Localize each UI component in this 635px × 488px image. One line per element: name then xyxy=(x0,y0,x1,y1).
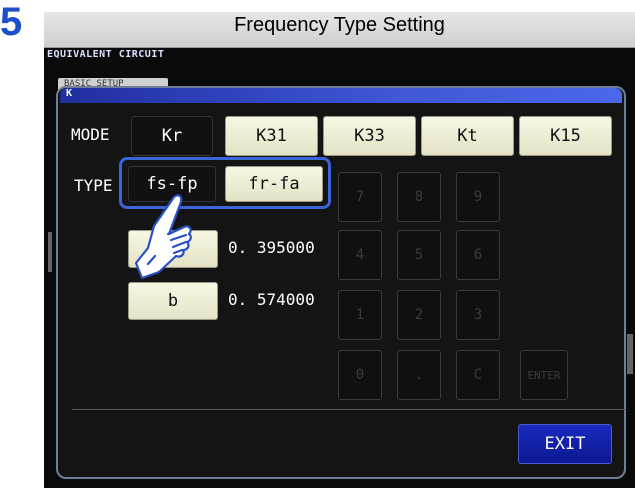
keypad-key-2: 2 xyxy=(397,290,441,340)
keypad-key-5: 5 xyxy=(397,230,441,280)
keypad-key-6: 6 xyxy=(456,230,500,280)
keypad-key-3: 3 xyxy=(456,290,500,340)
mode-k15-button[interactable]: K15 xyxy=(519,116,612,156)
dialog-divider xyxy=(72,409,626,410)
keypad-key-7: 7 xyxy=(338,172,382,222)
instruction-title: Frequency Type Setting xyxy=(234,14,445,36)
screen-mode-label: EQUIVALENT CIRCUIT xyxy=(47,49,165,60)
mode-kr-button[interactable]: Kr xyxy=(131,116,213,156)
keypad-key-8: 8 xyxy=(397,172,441,222)
keypad-key-4: 4 xyxy=(338,230,382,280)
mode-kt-button[interactable]: Kt xyxy=(421,116,514,156)
keypad-key-enter: ENTER xyxy=(520,350,568,400)
dialog-title: K xyxy=(66,88,73,99)
mode-k31-button[interactable]: K31 xyxy=(225,116,318,156)
dialog-titlebar xyxy=(60,88,622,103)
type-label: TYPE xyxy=(74,176,113,195)
param-b-value: 0. 574000 xyxy=(228,290,315,309)
background-marker-left-2 xyxy=(48,232,52,272)
param-a-value: 0. 395000 xyxy=(228,238,315,257)
keypad-key-9: 9 xyxy=(456,172,500,222)
mode-k33-button[interactable]: K33 xyxy=(323,116,416,156)
keypad-key-dot: . xyxy=(397,350,441,400)
step-number: 5 xyxy=(0,0,23,44)
mode-label: MODE xyxy=(71,125,110,144)
keypad-key-0: 0 xyxy=(338,350,382,400)
pointing-hand-icon xyxy=(134,194,192,280)
param-b-button[interactable]: b xyxy=(128,282,218,320)
keypad-key-clear: C xyxy=(456,350,500,400)
keypad-key-1: 1 xyxy=(338,290,382,340)
background-marker-right xyxy=(627,334,633,374)
exit-button[interactable]: EXIT xyxy=(518,424,612,464)
